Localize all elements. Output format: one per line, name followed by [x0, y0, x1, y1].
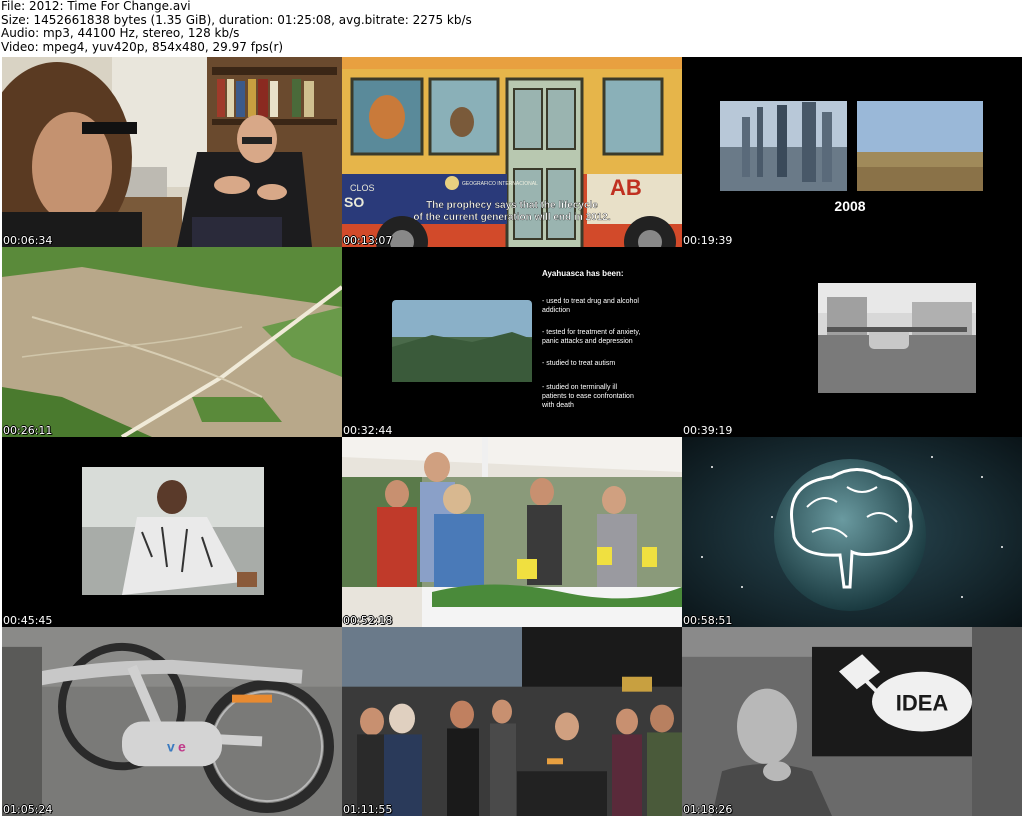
frame-man-on-couch — [2, 437, 342, 627]
frame-bw-street — [682, 247, 1022, 437]
slide-item: panic attacks and depression — [542, 338, 633, 345]
timestamp: 00:26:11 — [3, 424, 53, 437]
thumbnail-11[interactable]: 01:11:55 — [342, 627, 682, 816]
frame-brain-globe — [682, 437, 1022, 627]
timestamp: 00:58:51 — [683, 614, 733, 627]
slide-item: with death — [541, 402, 574, 409]
slide-item: - studied on terminally ill — [542, 384, 618, 391]
frame-2008-photos: 2008 — [682, 57, 1022, 247]
file-name: File: 2012: Time For Change.avi — [1, 0, 191, 13]
timestamp: 00:32:44 — [343, 424, 393, 437]
idea-sign-text: IDEA — [896, 691, 949, 716]
bus-text-clos: CLOS — [350, 183, 375, 193]
bus-text-so: SO — [344, 194, 364, 210]
timestamp: 01:05:24 — [3, 803, 53, 816]
svg-text:v: v — [167, 738, 175, 754]
slide-item: - studied to treat autism — [542, 360, 615, 367]
thumbnail-10[interactable]: v e 01:05:24 — [2, 627, 342, 816]
caption-line-2: of the current generation will end in 20… — [413, 212, 610, 223]
thumbnail-3[interactable]: 2008 00:19:39 — [682, 57, 1022, 247]
svg-text:e: e — [178, 738, 186, 754]
timestamp: 00:06:34 — [3, 234, 53, 247]
thumbnail-grid: 00:06:34 CLOS SO GEOGRAFICO INTERNACIONA… — [2, 57, 1022, 816]
thumbnail-5[interactable]: Ayahuasca has been: - used to treat drug… — [342, 247, 682, 437]
timestamp: 00:13:07 — [343, 234, 393, 247]
timestamp: 01:11:55 — [343, 803, 393, 816]
frame-aerial-land — [2, 247, 342, 437]
thumbnail-8[interactable]: 00:52:18 — [342, 437, 682, 627]
frame-interview — [2, 57, 342, 247]
slide-heading: Ayahuasca has been: — [542, 269, 624, 278]
frame-ayahuasca-slide: Ayahuasca has been: - used to treat drug… — [342, 247, 682, 437]
bus-brand: AB — [610, 175, 642, 200]
timestamp: 00:39:19 — [683, 424, 733, 437]
frame-farmers-market — [342, 437, 682, 627]
slide-item: - used to treat drug and alcohol — [542, 298, 639, 305]
file-info-header: File: 2012: Time For Change.avi Size: 14… — [0, 0, 1024, 56]
caption-line-1: The prophecy says that the lifecycle — [426, 200, 598, 211]
slide-item: addiction — [542, 307, 570, 314]
year-label: 2008 — [834, 198, 865, 214]
bus-logo-text: GEOGRAFICO INTERNACIONAL — [462, 181, 538, 187]
slide-item: patients to ease confrontation — [542, 393, 634, 400]
thumbnail-2[interactable]: CLOS SO GEOGRAFICO INTERNACIONAL AB The … — [342, 57, 682, 247]
frame-bike-share: v e — [2, 627, 342, 816]
timestamp: 00:45:45 — [3, 614, 53, 627]
frame-idea-sign: IDEA — [682, 627, 1022, 816]
thumbnail-7[interactable]: 00:45:45 — [2, 437, 342, 627]
audio-info: Audio: mp3, 44100 Hz, stereo, 128 kb/s — [1, 26, 240, 40]
video-info: Video: mpeg4, yuv420p, 854x480, 29.97 fp… — [1, 39, 284, 54]
thumbnail-9[interactable]: 00:58:51 — [682, 437, 1022, 627]
thumbnail-1[interactable]: 00:06:34 — [2, 57, 342, 247]
thumbnail-4[interactable]: 00:26:11 — [2, 247, 342, 437]
frame-audience — [342, 627, 682, 816]
thumbnail-12[interactable]: IDEA 01:18:26 — [682, 627, 1022, 816]
timestamp: 00:52:18 — [343, 614, 393, 627]
frame-bus-illustration: CLOS SO GEOGRAFICO INTERNACIONAL AB The … — [342, 57, 682, 247]
timestamp: 00:19:39 — [683, 234, 733, 247]
file-size-duration: Size: 1452661838 bytes (1.35 GiB), durat… — [1, 12, 472, 27]
thumbnail-6[interactable]: 00:39:19 — [682, 247, 1022, 437]
timestamp: 01:18:26 — [683, 803, 733, 816]
slide-item: - tested for treatment of anxiety, — [542, 329, 640, 336]
